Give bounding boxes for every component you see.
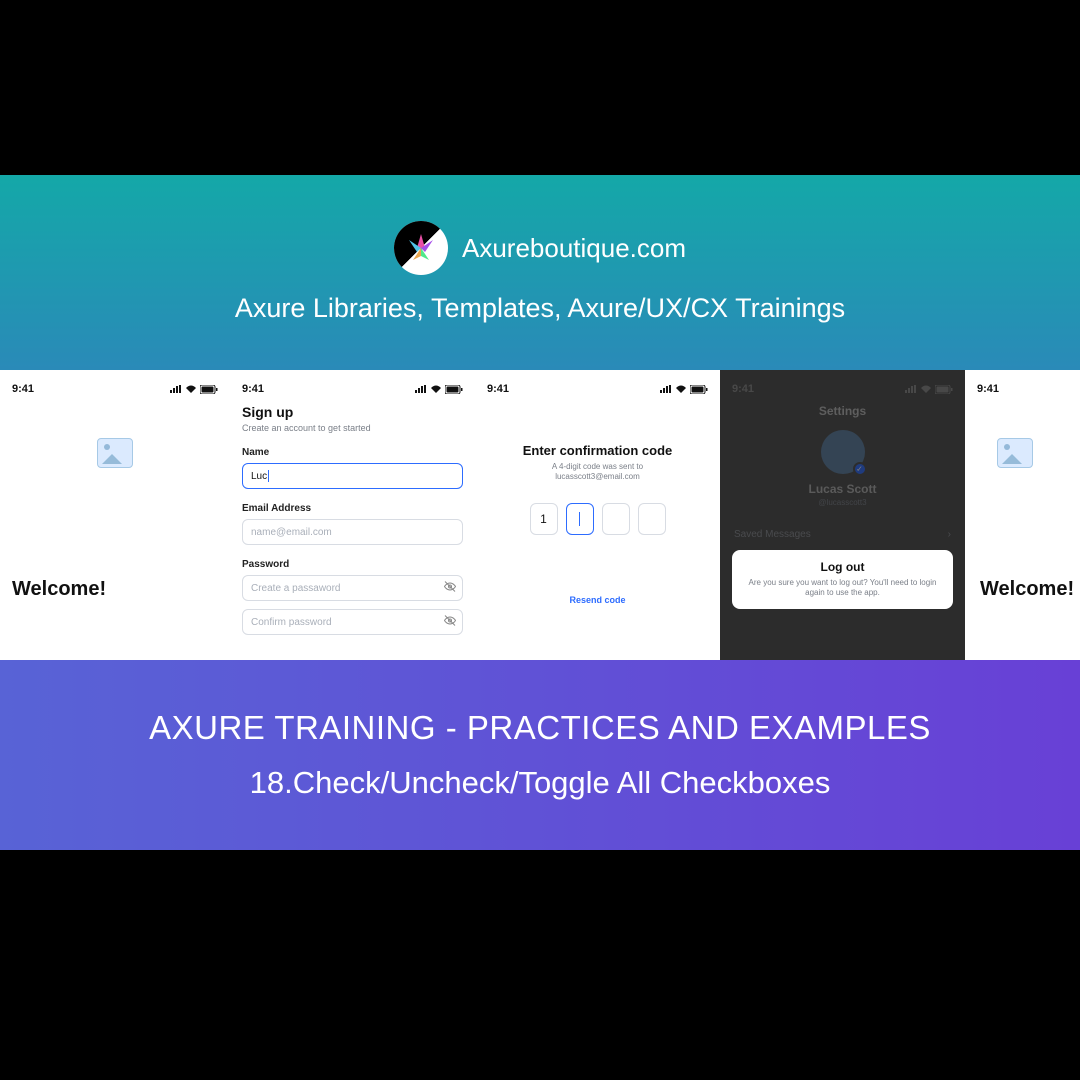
profile-user-handle: @lucasscott3 bbox=[732, 498, 953, 507]
signup-title: Sign up bbox=[242, 404, 463, 420]
logout-subtitle: Are you sure you want to log out? You'll… bbox=[744, 578, 941, 599]
status-icons bbox=[415, 385, 463, 394]
image-placeholder-icon bbox=[97, 438, 133, 468]
logout-dialog: Log out Are you sure you want to log out… bbox=[732, 550, 953, 609]
phone-signup: 9:41 Sign up Create an account to get st… bbox=[230, 370, 475, 660]
chevron-right-icon: › bbox=[948, 529, 951, 540]
settings-title: Settings bbox=[732, 404, 953, 418]
status-time: 9:41 bbox=[487, 383, 509, 395]
status-bar: 9:41 bbox=[487, 380, 708, 398]
phone-settings: 9:41 Settings Lucas Scott @lucasscott3 S… bbox=[720, 370, 965, 660]
password-label: Password bbox=[242, 559, 463, 570]
eye-off-icon[interactable] bbox=[444, 581, 456, 596]
code-input-row: 1 bbox=[487, 503, 708, 535]
resend-code-link[interactable]: Resend code bbox=[487, 595, 708, 605]
hero-subtitle: Axure Libraries, Templates, Axure/UX/CX … bbox=[235, 293, 845, 324]
email-placeholder: name@email.com bbox=[251, 527, 332, 538]
status-time: 9:41 bbox=[242, 383, 264, 395]
saved-messages-label: Saved Messages bbox=[734, 529, 811, 540]
status-icons bbox=[660, 385, 708, 394]
logout-title: Log out bbox=[744, 560, 941, 574]
email-label: Email Address bbox=[242, 503, 463, 514]
banner-title: AXURE TRAINING - PRACTICES AND EXAMPLES bbox=[149, 709, 931, 747]
phone-welcome-right: 9:41 Welcome! bbox=[965, 370, 1080, 660]
status-bar: 9:41 bbox=[977, 380, 1080, 398]
welcome-heading: Welcome! bbox=[12, 578, 218, 601]
name-label: Name bbox=[242, 447, 463, 458]
verified-badge-icon bbox=[853, 462, 867, 476]
status-bar: 9:41 bbox=[12, 380, 218, 398]
code-digit-1[interactable]: 1 bbox=[530, 503, 558, 535]
email-input[interactable]: name@email.com bbox=[242, 519, 463, 545]
status-time: 9:41 bbox=[12, 383, 34, 395]
confirmation-subtitle: A 4-digit code was sent to lucasscott3@e… bbox=[487, 462, 708, 483]
logo-row: Axureboutique.com bbox=[394, 221, 686, 275]
phone-welcome-left: 9:41 Welcome! bbox=[0, 370, 230, 660]
phones-strip: 9:41 Welcome! 9:41 Sign up Create an acc… bbox=[0, 370, 1080, 660]
password-placeholder: Create a passaword bbox=[251, 583, 341, 594]
brand-logo-icon bbox=[394, 221, 448, 275]
saved-messages-row[interactable]: Saved Messages › bbox=[732, 529, 953, 540]
password-input[interactable]: Create a passaword bbox=[242, 575, 463, 601]
status-icons bbox=[905, 385, 953, 394]
confirmation-title: Enter confirmation code bbox=[487, 443, 708, 458]
phone-confirmation: 9:41 Enter confirmation code A 4-digit c… bbox=[475, 370, 720, 660]
image-placeholder-icon bbox=[997, 438, 1033, 468]
avatar-icon[interactable] bbox=[821, 430, 865, 474]
code-digit-2[interactable] bbox=[566, 503, 594, 535]
signup-subtitle: Create an account to get started bbox=[242, 423, 463, 433]
status-icons bbox=[170, 385, 218, 394]
status-time: 9:41 bbox=[732, 383, 754, 395]
banner-subtitle: 18.Check/Uncheck/Toggle All Checkboxes bbox=[250, 765, 831, 801]
profile-user-name: Lucas Scott bbox=[732, 482, 953, 496]
eye-off-icon[interactable] bbox=[444, 615, 456, 630]
status-bar: 9:41 bbox=[732, 380, 953, 398]
code-digit-4[interactable] bbox=[638, 503, 666, 535]
name-input-value: Luc bbox=[251, 471, 267, 482]
brand-name: Axureboutique.com bbox=[462, 233, 686, 264]
name-input[interactable]: Luc bbox=[242, 463, 463, 489]
confirm-password-input[interactable]: Confirm password bbox=[242, 609, 463, 635]
confirm-placeholder: Confirm password bbox=[251, 617, 332, 628]
title-banner: AXURE TRAINING - PRACTICES AND EXAMPLES … bbox=[0, 660, 1080, 850]
hero-banner: Axureboutique.com Axure Libraries, Templ… bbox=[0, 175, 1080, 370]
welcome-heading: Welcome! bbox=[977, 578, 1080, 601]
status-time: 9:41 bbox=[977, 383, 999, 395]
code-digit-3[interactable] bbox=[602, 503, 630, 535]
status-bar: 9:41 bbox=[242, 380, 463, 398]
